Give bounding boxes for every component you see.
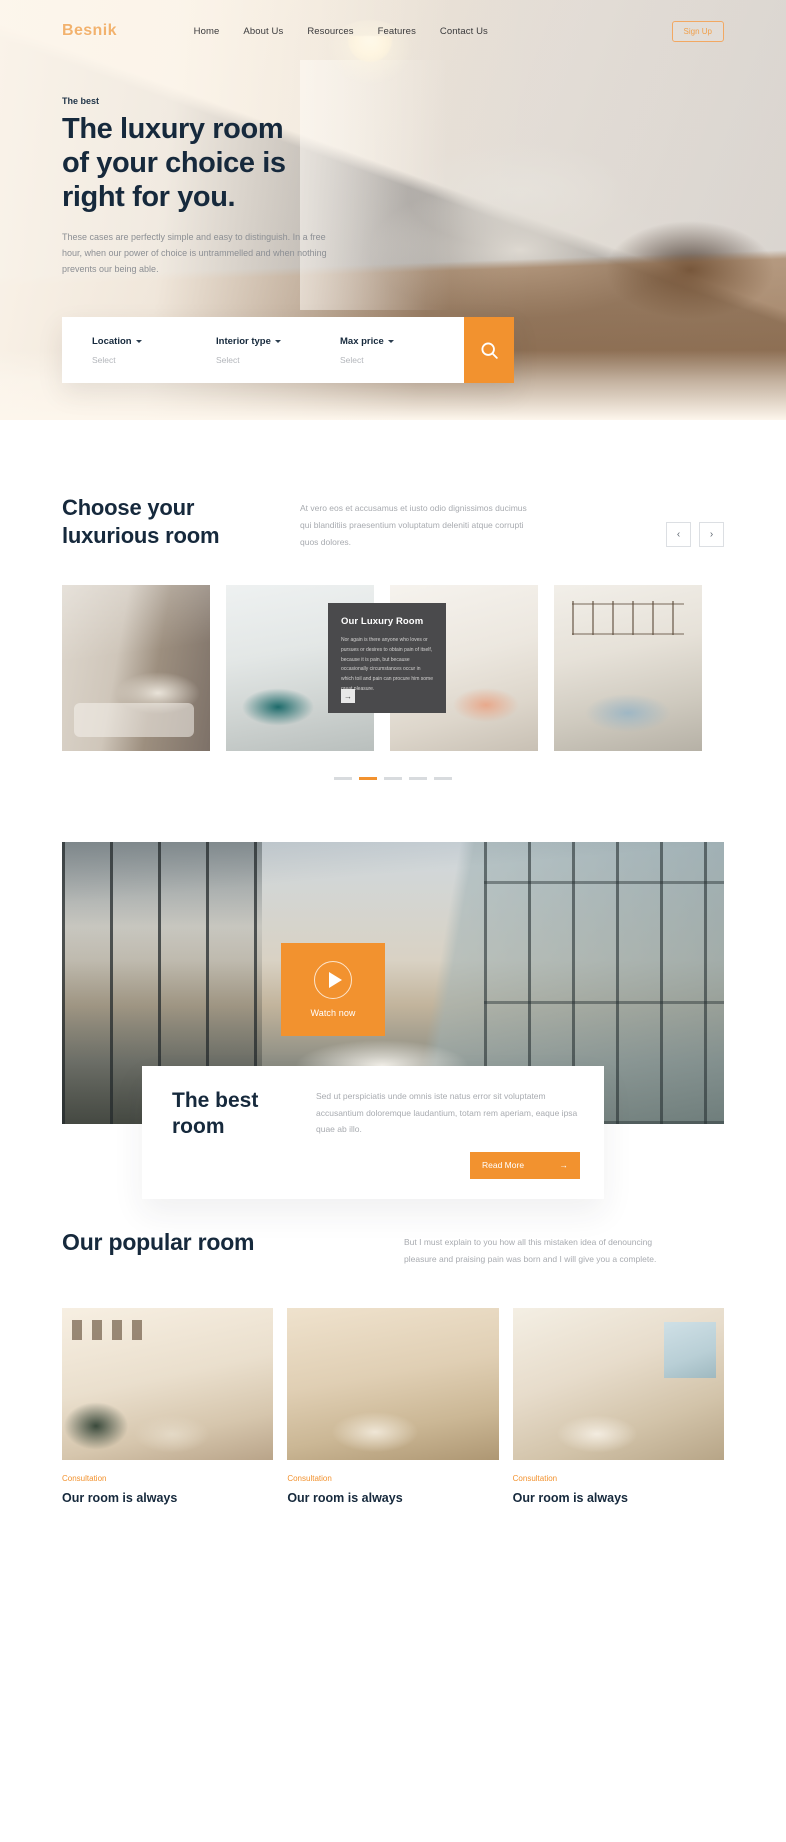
chevron-down-icon [135,339,142,343]
read-more-label: Read More [482,1160,525,1171]
hero-eyebrow: The best [62,96,100,106]
nav-link-home[interactable]: Home [194,26,220,37]
watch-now-label: Watch now [310,1008,356,1018]
popular-room-card-title[interactable]: Our room is always [62,1491,273,1505]
search-field-interior-type[interactable]: Interior type Select [216,336,340,365]
luxury-room-overlay-text: Nor again is there anyone who loves or p… [341,637,433,692]
popular-room-header: Our popular room But I must explain to y… [62,1228,724,1268]
popular-room-card[interactable]: Consultation Our room is always [62,1308,274,1505]
carousel-dot-active[interactable] [359,777,377,780]
search-icon [480,341,498,359]
hero-title-line-2: of your choice is [62,146,286,179]
popular-room-section: Our popular room But I must explain to y… [0,1228,786,1505]
popular-room-card-tag: Consultation [287,1474,332,1483]
search-field-max-price-label[interactable]: Max price [340,336,464,347]
arrow-right-icon: → [559,1160,569,1171]
search-fields: Location Select Interior type Select Max… [62,317,464,383]
nav-link-about-us[interactable]: About Us [243,26,283,37]
signup-button[interactable]: Sign Up [671,20,724,42]
best-room-title: The best room [172,1088,312,1179]
popular-room-card-image [62,1308,274,1460]
hero-title: The luxury room of your choice is right … [62,113,392,215]
hero-title-line-1: The luxury room [62,113,284,145]
luxury-room-overlay-card[interactable]: Our Luxury Room Nor again is there anyon… [328,603,446,713]
best-room-title-line-2: room [172,1115,225,1139]
choose-room-title-line-2: luxurious room [62,522,220,548]
choose-room-description: At vero eos et accusamus et iusto odio d… [300,503,527,547]
popular-room-description: But I must explain to you how all this m… [404,1237,657,1264]
search-submit-button[interactable] [464,317,514,383]
best-room-card: The best room Sed ut perspiciatis unde o… [142,1066,604,1199]
hero-subtitle: These cases are perfectly simple and eas… [62,231,327,274]
carousel-dot[interactable] [384,777,402,780]
watch-now-button[interactable]: Watch now [281,943,385,1036]
search-bar: Location Select Interior type Select Max… [62,317,514,383]
popular-room-card-image [287,1308,499,1460]
carousel-room-thumbnail[interactable] [554,585,702,751]
carousel-pagination-dots [62,777,724,780]
popular-room-card[interactable]: Consultation Our room is always [287,1308,499,1505]
popular-room-card[interactable]: Consultation Our room is always [512,1308,724,1505]
luxury-room-overlay-title: Our Luxury Room [341,616,424,627]
video-section: Watch now The best room Sed ut perspicia… [62,842,724,1199]
navbar: Besnik Home About Us Resources Features … [0,0,786,62]
popular-room-title: Our popular room [62,1229,255,1255]
nav-link-features[interactable]: Features [378,26,416,37]
search-field-interior-type-value[interactable]: Select [216,355,340,365]
play-icon [314,961,352,999]
choose-room-title: Choose your luxurious room [62,494,292,549]
search-field-location-value[interactable]: Select [92,355,216,365]
nav-link-resources[interactable]: Resources [307,26,353,37]
best-room-description: Sed ut perspiciatis unde omnis iste natu… [316,1091,578,1135]
carousel-arrows: ‹ › [666,522,724,551]
search-field-max-price[interactable]: Max price Select [340,336,464,365]
popular-room-card-image [512,1308,724,1460]
read-more-button[interactable]: Read More → [470,1151,580,1179]
search-field-max-price-value[interactable]: Select [340,355,464,365]
search-field-max-price-label-text: Max price [340,335,384,347]
popular-room-cards: Consultation Our room is always Consulta… [62,1308,724,1505]
search-field-location-label[interactable]: Location [92,336,216,347]
search-field-interior-type-label[interactable]: Interior type [216,336,340,347]
carousel-dot[interactable] [409,777,427,780]
carousel-next-button[interactable]: › [699,522,724,547]
popular-room-card-title[interactable]: Our room is always [287,1491,498,1505]
carousel-prev-button[interactable]: ‹ [666,522,691,547]
search-field-location[interactable]: Location Select [92,336,216,365]
choose-room-header: Choose your luxurious room At vero eos e… [62,494,724,551]
hero-section: Besnik Home About Us Resources Features … [0,0,786,420]
hero-copy: The best The luxury room of your choice … [62,96,392,277]
popular-room-card-title[interactable]: Our room is always [513,1491,724,1505]
choose-room-section: Choose your luxurious room At vero eos e… [0,494,786,780]
best-room-content: Sed ut perspiciatis unde omnis iste natu… [312,1088,580,1179]
choose-room-title-line-1: Choose your [62,495,195,520]
popular-room-card-tag: Consultation [62,1474,107,1483]
nav-links: Home About Us Resources Features Contact… [194,26,518,37]
carousel-room-thumbnail[interactable] [62,585,210,751]
carousel-dot[interactable] [334,777,352,780]
play-triangle [328,972,342,988]
popular-room-card-tag: Consultation [512,1474,558,1483]
search-field-location-label-text: Location [92,335,132,347]
luxury-room-overlay-arrow-button[interactable]: → [341,689,355,703]
chevron-down-icon [274,339,281,343]
best-room-title-line-1: The best [172,1089,259,1112]
carousel-dot[interactable] [434,777,452,780]
search-field-interior-type-label-text: Interior type [216,335,271,347]
nav-link-contact-us[interactable]: Contact Us [440,26,488,37]
hero-title-line-3: right for you. [62,180,236,213]
site-logo[interactable]: Besnik [62,22,117,40]
room-carousel[interactable]: Our Luxury Room Nor again is there anyon… [62,585,724,751]
chevron-down-icon [387,339,394,343]
